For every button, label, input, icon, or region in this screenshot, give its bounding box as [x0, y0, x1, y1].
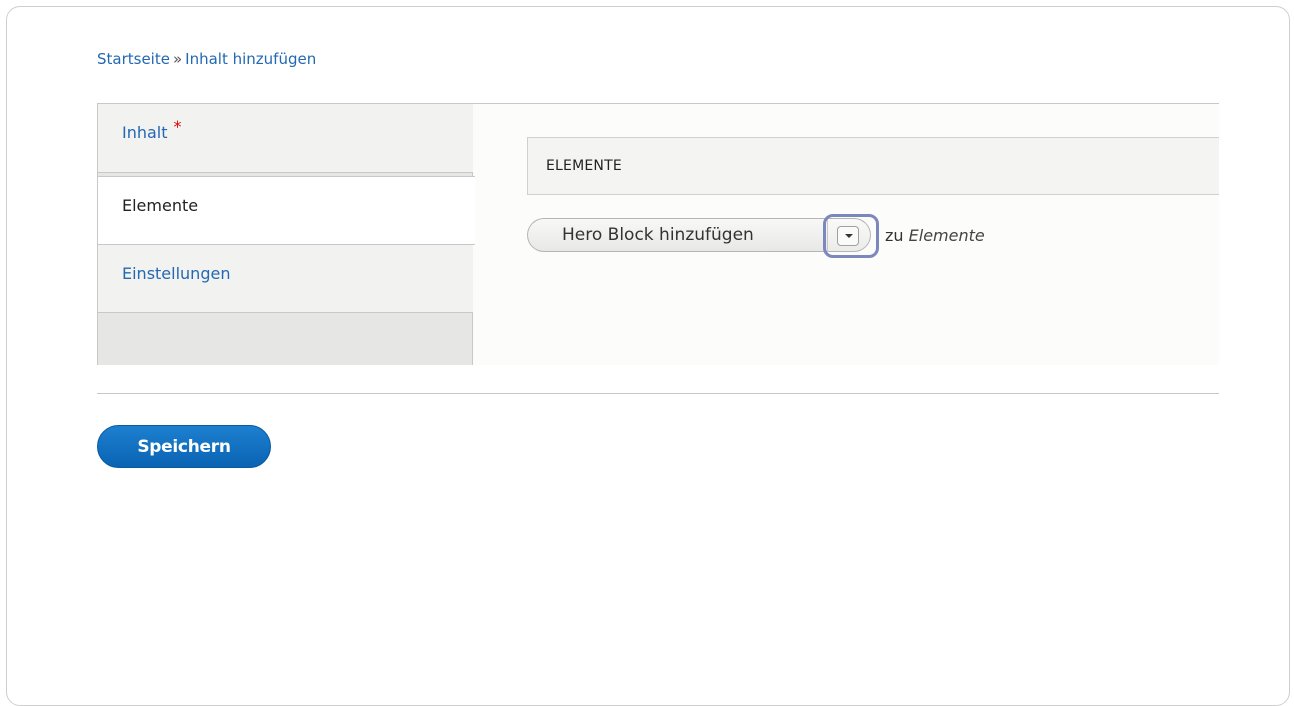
caret-shape — [845, 234, 853, 238]
tab-inhalt-label: Inhalt — [122, 123, 168, 142]
tab-elemente[interactable]: Elemente — [98, 176, 475, 245]
section-title: ELEMENTE — [546, 158, 622, 174]
save-button[interactable]: Speichern — [97, 425, 271, 468]
add-hero-block-label: Hero Block hinzufügen — [562, 225, 754, 245]
add-hero-block-button[interactable]: Hero Block hinzufügen — [527, 218, 827, 252]
add-target-prefix: zu — [885, 225, 904, 245]
add-target-field: Elemente — [908, 225, 985, 245]
dropbutton-toggle-button[interactable] — [827, 218, 871, 252]
breadcrumb-home-link[interactable]: Startseite — [97, 50, 170, 68]
tab-einstellungen-label: Einstellungen — [122, 264, 231, 283]
breadcrumb: Startseite» Inhalt hinzufügen — [97, 50, 316, 68]
form-divider — [97, 393, 1219, 394]
dropbutton-toggle-wrapper — [823, 214, 881, 258]
tab-pane-elemente: ELEMENTE Hero Block hinzufügen zu Elemen… — [473, 104, 1219, 365]
vertical-tabs-menu: Inhalt * Elemente Einstellungen — [97, 104, 475, 365]
page-frame: Startseite» Inhalt hinzufügen Inhalt * Ele… — [6, 6, 1290, 706]
vertical-tabs-container: Inhalt * Elemente Einstellungen ELEMENTE … — [97, 103, 1219, 365]
tab-einstellungen[interactable]: Einstellungen — [98, 244, 473, 313]
breadcrumb-separator: » — [172, 50, 183, 68]
breadcrumb-current-link[interactable]: Inhalt hinzufügen — [185, 50, 316, 68]
required-marker: * — [173, 117, 182, 136]
tab-inhalt[interactable]: Inhalt * — [98, 104, 473, 173]
save-button-label: Speichern — [137, 436, 231, 457]
add-target-text: zu Elemente — [885, 226, 985, 245]
tab-elemente-label: Elemente — [122, 196, 199, 215]
chevron-down-icon — [837, 226, 859, 246]
section-header: ELEMENTE — [527, 137, 1219, 195]
add-paragraph-dropbutton: Hero Block hinzufügen zu Elemente — [527, 214, 985, 258]
